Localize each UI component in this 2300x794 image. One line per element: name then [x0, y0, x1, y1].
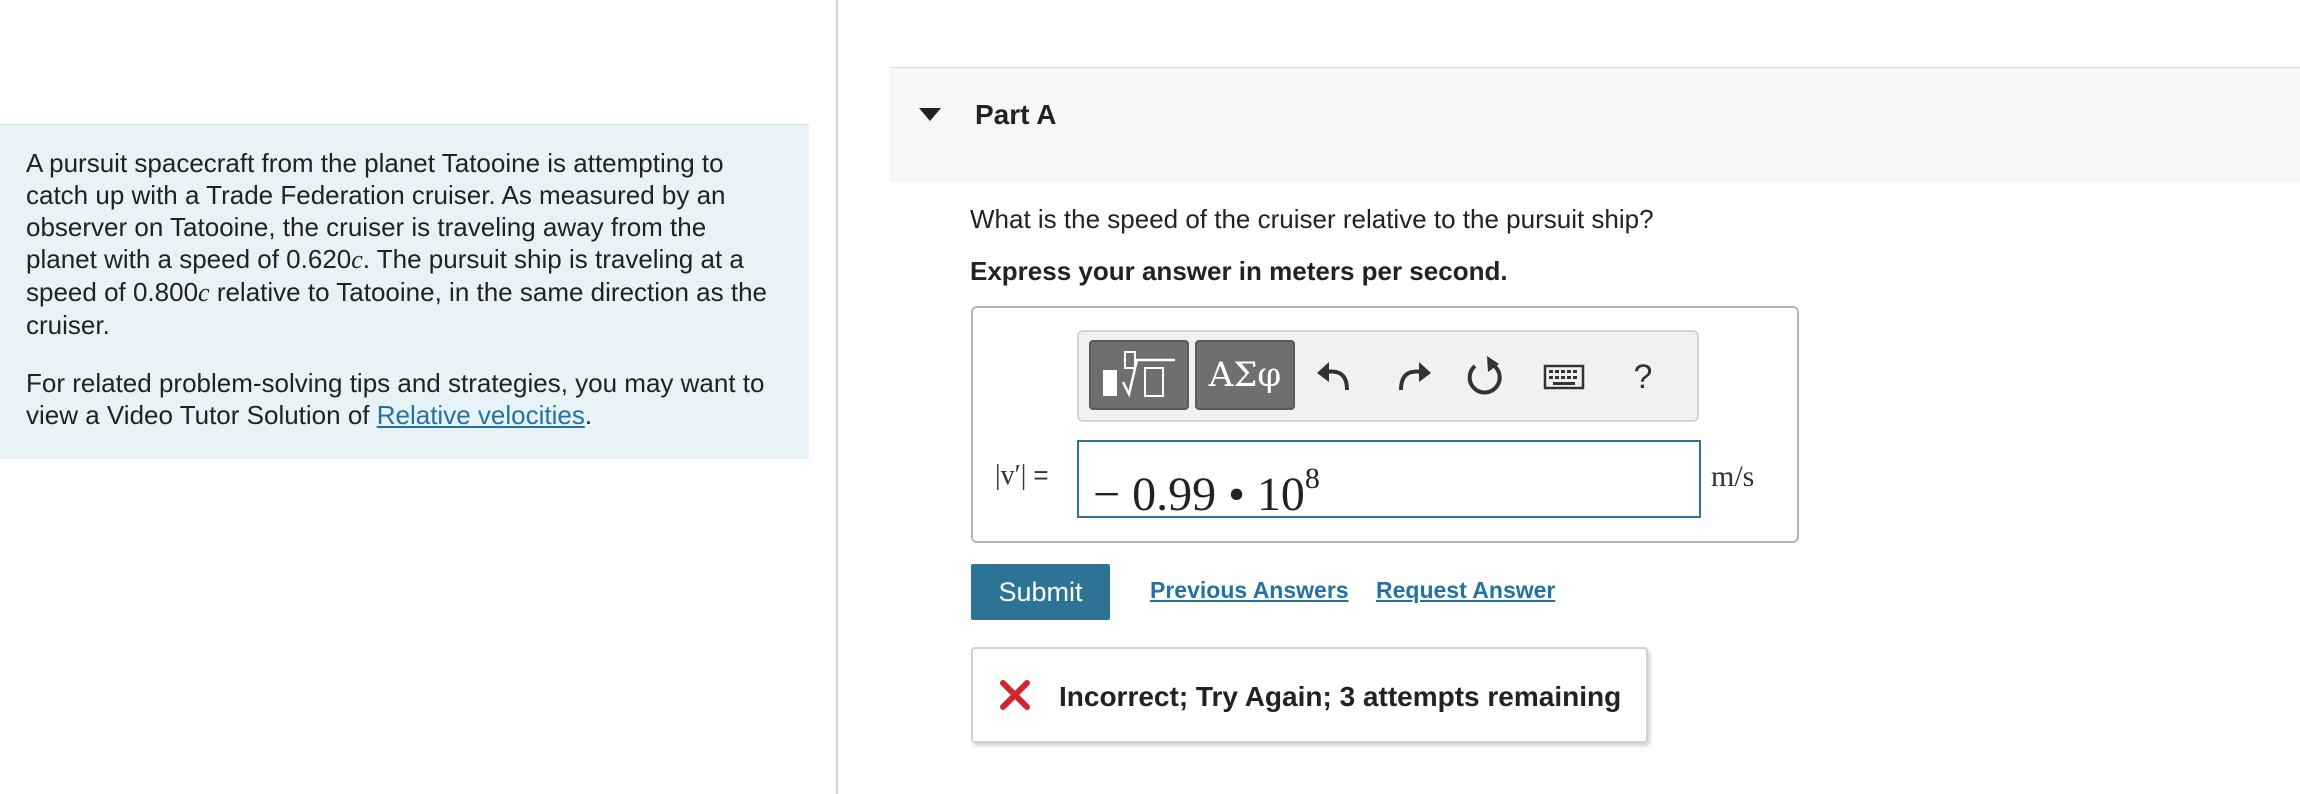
reset-icon[interactable]	[1461, 346, 1509, 408]
problem-text: A pursuit spacecraft from the planet Tat…	[26, 148, 767, 340]
problem-statement: A pursuit spacecraft from the planet Tat…	[0, 124, 809, 459]
variable-label: |v′| =	[995, 460, 1049, 491]
collapse-caret-icon[interactable]	[919, 108, 941, 121]
keyboard-icon[interactable]	[1541, 346, 1589, 408]
math-toolbar: ΑΣφ ?	[1077, 330, 1699, 422]
answer-value: − 0.99 • 10	[1093, 468, 1305, 521]
problem-panel: A pursuit spacecraft from the planet Tat…	[0, 0, 838, 794]
speed-of-light-symbol: c	[198, 278, 210, 307]
request-answer-link[interactable]: Request Answer	[1376, 577, 1555, 604]
submit-button[interactable]: Submit	[971, 564, 1110, 620]
answer-area: ΑΣφ ? |v′| = − 0.99 • 108 m/s	[971, 306, 1799, 543]
undo-icon[interactable]	[1311, 346, 1359, 408]
unit-label: m/s	[1711, 460, 1755, 493]
problem-tip: For related problem-solving tips and str…	[26, 368, 765, 430]
greek-symbols-button[interactable]: ΑΣφ	[1195, 340, 1295, 410]
feedback-message: Incorrect; Try Again; 3 attempts remaini…	[1059, 681, 1622, 712]
instruction-text: Express your answer in meters per second…	[970, 256, 1508, 286]
video-tutor-link[interactable]: Relative velocities	[377, 400, 585, 430]
help-icon[interactable]: ?	[1619, 346, 1667, 408]
answer-input[interactable]: − 0.99 • 108	[1077, 440, 1701, 521]
part-title: Part A	[975, 99, 1057, 130]
incorrect-x-icon	[1000, 680, 1030, 710]
templates-button[interactable]	[1089, 340, 1189, 410]
answer-exponent: 8	[1304, 462, 1320, 495]
question-text: What is the speed of the cruiser relativ…	[970, 204, 1654, 234]
part-header[interactable]: Part A	[890, 67, 2300, 182]
templates-icon	[1103, 351, 1175, 398]
speed-of-light-symbol: c	[351, 245, 363, 274]
feedback-box: Incorrect; Try Again; 3 attempts remaini…	[971, 647, 1648, 743]
redo-icon[interactable]	[1389, 346, 1437, 408]
previous-answers-link[interactable]: Previous Answers	[1150, 577, 1349, 604]
